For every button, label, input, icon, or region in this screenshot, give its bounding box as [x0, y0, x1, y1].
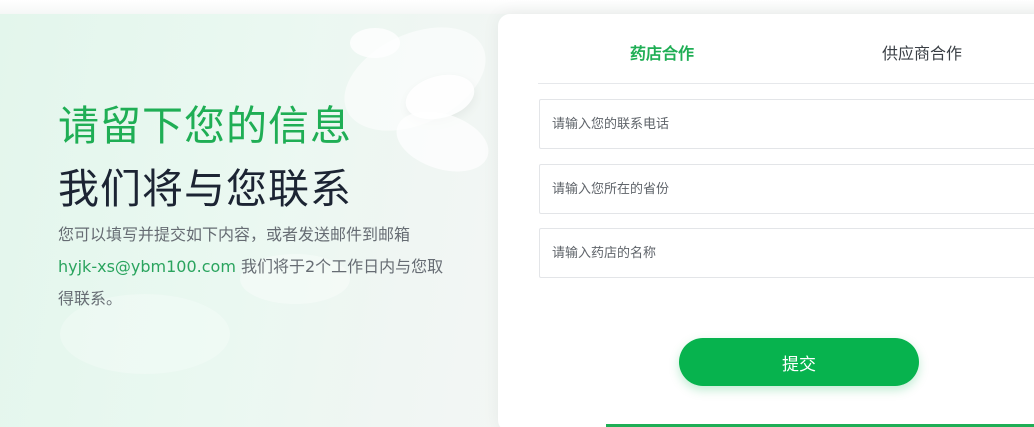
- description-prefix: 您可以填写并提交如下内容，或者发送邮件到邮箱: [58, 225, 411, 244]
- pill-decoration: [350, 28, 400, 58]
- hero-subheadline: 我们将与您联系: [58, 165, 352, 213]
- form-tabs: 药店合作 供应商合作: [538, 32, 1034, 84]
- tab-supplier-cooperation[interactable]: 供应商合作: [882, 40, 962, 64]
- phone-input[interactable]: [539, 99, 1034, 149]
- hero-panel: 请留下您的信息 我们将与您联系 您可以填写并提交如下内容，或者发送邮件到邮箱 hy…: [0, 14, 540, 427]
- submit-button[interactable]: 提交: [679, 338, 919, 386]
- store-name-input[interactable]: [539, 228, 1034, 278]
- contact-email-link[interactable]: hyjk-xs@ybm100.com: [58, 257, 236, 276]
- tab-pharmacy-cooperation[interactable]: 药店合作: [630, 40, 694, 64]
- hero-headline: 请留下您的信息: [58, 102, 352, 150]
- contact-form-card: 药店合作 供应商合作 提交: [498, 14, 1034, 427]
- top-strip: [0, 0, 1034, 14]
- province-input[interactable]: [539, 164, 1034, 214]
- contact-page: 请留下您的信息 我们将与您联系 您可以填写并提交如下内容，或者发送邮件到邮箱 hy…: [0, 0, 1034, 427]
- hero-description: 您可以填写并提交如下内容，或者发送邮件到邮箱 hyjk-xs@ybm100.com…: [58, 219, 458, 315]
